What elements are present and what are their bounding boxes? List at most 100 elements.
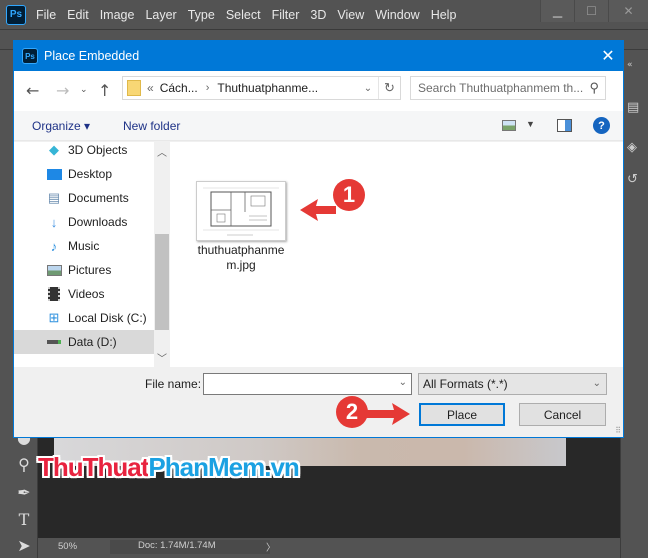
music-icon: ♪ — [50, 238, 58, 254]
documents-icon: ▤ — [47, 190, 61, 205]
downloads-icon: ↓ — [50, 214, 58, 230]
file-type-value: All Formats (*.*) — [423, 377, 508, 391]
navigation-pane: ◆ 3D Objects Desktop ▤ Documents ↓ Downl… — [14, 142, 170, 367]
dodge-tool-icon[interactable]: ⚲ — [13, 455, 35, 474]
callout-arrow-1-icon — [300, 199, 336, 221]
doc-size: Doc: 1.74M/1.74M — [110, 540, 270, 554]
breadcrumb-separator-icon: › — [205, 82, 210, 94]
photoshop-logo: Ps — [6, 4, 26, 25]
back-arrow-icon[interactable]: ← — [26, 81, 39, 100]
floor-plan-thumbnail-icon — [203, 187, 279, 236]
callout-arrow-2-icon — [366, 403, 410, 425]
type-tool-icon[interactable]: T — [13, 510, 35, 529]
status-bar: 50% Doc: 1.74M/1.74M 〉 — [38, 538, 620, 556]
dialog-footer: File name: ⌄ All Formats (*.*) ⌄ 2 Place… — [14, 367, 623, 437]
maximize-button[interactable]: ☐ — [574, 0, 608, 22]
address-overflow[interactable]: « — [147, 81, 154, 95]
file-type-select[interactable]: All Formats (*.*) ⌄ — [418, 373, 607, 395]
zoom-level[interactable]: 50% — [58, 541, 77, 552]
watermark-part1: ThuThuat — [38, 452, 149, 482]
dialog-body: ◆ 3D Objects Desktop ▤ Documents ↓ Downl… — [14, 142, 623, 367]
pictures-icon — [46, 262, 62, 278]
status-menu-arrow[interactable]: 〉 — [266, 540, 276, 554]
search-input[interactable]: Search Thuthuatphanmem th... ⚲ — [410, 76, 606, 100]
menu-view[interactable]: View — [337, 8, 364, 22]
nav-item-downloads[interactable]: ↓ Downloads — [14, 210, 154, 234]
nav-item-documents[interactable]: ▤ Documents — [14, 186, 154, 210]
folder-icon — [127, 80, 141, 96]
watermark-part2: PhanMem.vn — [148, 452, 299, 482]
drive-icon — [46, 334, 62, 350]
close-icon: ✕ — [623, 4, 634, 18]
nav-item-music[interactable]: ♪ Music — [14, 234, 154, 258]
navigation-bar: ← → ⌄ ↑ « Cách... › Thuthuatphanme... ⌄ … — [14, 71, 623, 111]
maximize-icon: ☐ — [586, 4, 597, 18]
file-name-input[interactable]: ⌄ — [203, 373, 412, 395]
path-selection-tool-icon[interactable]: ➤ — [13, 536, 35, 555]
collapse-icon[interactable]: « — [627, 60, 633, 70]
place-button[interactable]: Place — [419, 403, 505, 426]
change-view-icon[interactable] — [502, 120, 516, 131]
new-folder-button[interactable]: New folder — [123, 119, 180, 133]
menu-help[interactable]: Help — [431, 8, 457, 22]
layers-icon[interactable]: ◈ — [627, 140, 637, 155]
nav-item-label: Desktop — [68, 167, 113, 181]
nav-item-label: Documents — [68, 191, 129, 205]
file-name-line2: m.jpg — [226, 258, 256, 272]
search-icon[interactable]: ⚲ — [589, 80, 599, 96]
menu-layer[interactable]: Layer — [145, 8, 176, 22]
nav-item-label: Music — [68, 239, 100, 253]
cancel-button[interactable]: Cancel — [519, 403, 606, 426]
nav-item-desktop[interactable]: Desktop — [14, 162, 154, 186]
close-window-button[interactable]: ✕ — [608, 0, 648, 22]
local-disk-icon: ⊞ — [48, 310, 60, 325]
menu-window[interactable]: Window — [375, 8, 419, 22]
menu-select[interactable]: Select — [226, 8, 261, 22]
menu-filter[interactable]: Filter — [272, 8, 300, 22]
close-icon: ✕ — [601, 48, 615, 65]
menu-bar: Ps File Edit Image Layer Type Select Fil… — [0, 0, 648, 30]
libraries-icon[interactable]: ▤ — [627, 100, 639, 115]
menu-image[interactable]: Image — [100, 8, 135, 22]
nav-item-label: Local Disk (C:) — [68, 311, 147, 325]
forward-arrow-icon[interactable]: → — [56, 81, 69, 100]
pen-tool-icon[interactable]: ✒ — [13, 483, 35, 502]
nav-item-label: 3D Objects — [68, 143, 128, 157]
organize-button[interactable]: Organize ▾ — [32, 119, 90, 133]
up-arrow-icon[interactable]: ↑ — [98, 81, 111, 100]
breadcrumb-segment[interactable]: Cách... — [160, 81, 198, 95]
dialog-title: Place Embedded — [44, 49, 140, 63]
minimize-button[interactable]: ▁ — [540, 0, 574, 22]
nav-pane-scrollbar[interactable]: ︿ ﹀ — [154, 142, 170, 367]
file-name[interactable]: thuthuatphanme m.jpg — [186, 243, 296, 273]
place-embedded-dialog: Ps Place Embedded ✕ ← → ⌄ ↑ « Cách... › … — [13, 40, 624, 438]
3d-objects-icon: ◆ — [49, 142, 59, 157]
view-dropdown-icon[interactable]: ▼ — [526, 119, 535, 129]
scrollbar-thumb[interactable] — [155, 234, 169, 330]
nav-item-label: Pictures — [68, 263, 112, 277]
address-bar[interactable]: « Cách... › Thuthuatphanme... ⌄ ↻ — [122, 76, 401, 100]
file-name-dropdown-icon[interactable]: ⌄ — [399, 377, 407, 388]
help-icon[interactable]: ? — [593, 117, 610, 134]
history-icon[interactable]: ↺ — [627, 172, 638, 187]
file-name-line1: thuthuatphanme — [197, 243, 285, 257]
file-thumbnail[interactable] — [196, 181, 286, 241]
resize-grip-icon[interactable]: ⠿ — [615, 426, 621, 435]
nav-item-3d-objects[interactable]: ◆ 3D Objects — [14, 138, 154, 162]
nav-item-data-d[interactable]: Data (D:) — [14, 330, 154, 354]
nav-item-videos[interactable]: Videos — [14, 282, 154, 306]
menu-type[interactable]: Type — [188, 8, 215, 22]
preview-pane-icon[interactable] — [557, 119, 572, 132]
recent-locations-chevron-icon[interactable]: ⌄ — [80, 85, 88, 95]
refresh-icon[interactable]: ↻ — [378, 77, 400, 99]
scroll-down-icon[interactable]: ﹀ — [154, 350, 170, 365]
address-dropdown-icon[interactable]: ⌄ — [358, 83, 378, 94]
menu-file[interactable]: File — [36, 8, 56, 22]
nav-item-pictures[interactable]: Pictures — [14, 258, 154, 282]
menu-3d[interactable]: 3D — [310, 8, 326, 22]
breadcrumb-segment[interactable]: Thuthuatphanme... — [217, 81, 318, 95]
dialog-close-button[interactable]: ✕ — [593, 41, 623, 71]
nav-item-local-disk-c[interactable]: ⊞ Local Disk (C:) — [14, 306, 154, 330]
scroll-up-icon[interactable]: ︿ — [154, 144, 170, 159]
menu-edit[interactable]: Edit — [67, 8, 89, 22]
